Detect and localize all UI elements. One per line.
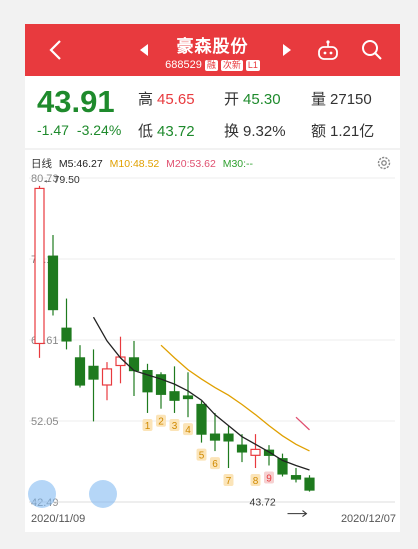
candle-body [250, 448, 261, 456]
event-marker-label: 4 [185, 425, 191, 436]
kline-svg: 80.7371.1761.6152.0542.49123456789←79.50… [29, 173, 395, 517]
low-value: 43.72 [157, 123, 195, 140]
low-label: 低 [138, 123, 154, 140]
tag-new: 次新 [220, 59, 243, 71]
change-percent: -3.24% [76, 122, 122, 138]
candle-body [61, 327, 72, 342]
robot-assistant-icon[interactable] [315, 38, 341, 64]
settings-gear-icon[interactable] [376, 155, 392, 171]
ma20-line [295, 416, 310, 431]
volume-value: 27150 [330, 91, 372, 108]
tag-margin: 融 [204, 59, 218, 71]
y-tick-label: 52.05 [31, 416, 59, 428]
kline-chart[interactable]: 80.7371.1761.6152.0542.49123456789←79.50… [25, 150, 400, 532]
candle-body [196, 403, 207, 435]
high-value: 45.65 [157, 91, 195, 108]
open-stat: 开 45.30 [224, 88, 281, 109]
ma-legend: 日线 M5:46.27 M10:48.52 M20:53.62 M30:-- [31, 156, 257, 171]
candle-body [209, 433, 221, 441]
min-price-label: 43.72 [250, 497, 276, 509]
event-marker-label: 9 [266, 473, 272, 484]
zoom-in-button[interactable] [89, 480, 117, 508]
change-amount: -1.47 [37, 122, 69, 138]
last-price: 43.91 [37, 84, 115, 119]
event-marker-label: 6 [212, 459, 218, 470]
candle-body [236, 444, 248, 453]
candle-body [182, 395, 194, 400]
stock-code: 688529 [165, 59, 202, 71]
stock-title-block: 豪森股份 688529 融 次新 L1 [25, 32, 400, 71]
price-change: -1.47 -3.24% [37, 122, 121, 138]
candle-body [128, 357, 140, 372]
stock-header: 豪森股份 688529 融 次新 L1 [25, 24, 400, 76]
ma5-label: M5:46.27 [58, 158, 103, 170]
candle-body [169, 391, 180, 401]
open-value: 45.30 [243, 91, 281, 108]
high-stat: 高 45.65 [138, 88, 195, 109]
max-price-label: ←79.50 [43, 174, 80, 186]
turnover-stat: 换 9.32% [224, 120, 286, 141]
zoom-out-button[interactable] [28, 480, 56, 508]
low-stat: 低 43.72 [138, 120, 195, 141]
candle-body [223, 433, 234, 442]
candle-body [74, 357, 86, 386]
amount-value: 1.21亿 [330, 123, 375, 140]
search-icon[interactable] [360, 38, 384, 62]
event-marker-label: 7 [226, 476, 232, 487]
event-marker-label: 1 [145, 421, 151, 432]
period-label[interactable]: 日线 [31, 158, 52, 170]
start-date: 2020/11/09 [31, 513, 86, 525]
ma20-label: M20:53.62 [166, 158, 216, 170]
next-stock-icon[interactable] [283, 44, 291, 56]
candle-body [304, 477, 315, 491]
event-marker-label: 3 [172, 421, 178, 432]
ma30-label: M30:-- [222, 158, 254, 170]
quote-panel: 43.91 -1.47 -3.24% 高 45.65 开 45.30 量 27150 低… [25, 76, 400, 148]
turnover-label: 换 [224, 123, 240, 140]
event-marker-label: 2 [158, 417, 164, 428]
volume-label: 量 [311, 91, 327, 108]
candle-body [34, 187, 45, 345]
candle-body [101, 368, 113, 386]
candle-body [88, 365, 99, 380]
event-marker-label: 8 [253, 476, 259, 487]
tag-level: L1 [245, 59, 260, 71]
amount-label: 额 [311, 123, 327, 140]
candle-body [47, 255, 59, 311]
stock-name: 豪森股份 [176, 37, 249, 56]
candle-body [290, 475, 302, 480]
turnover-value: 9.32% [243, 123, 286, 140]
volume-stat: 量 27150 [311, 88, 372, 109]
ma10-label: M10:48.52 [109, 158, 160, 170]
amount-stat: 额 1.21亿 [311, 120, 374, 141]
open-label: 开 [224, 91, 240, 108]
end-date: 2020/12/07 [340, 513, 396, 525]
event-marker-label: 5 [199, 451, 205, 462]
high-label: 高 [138, 91, 154, 108]
